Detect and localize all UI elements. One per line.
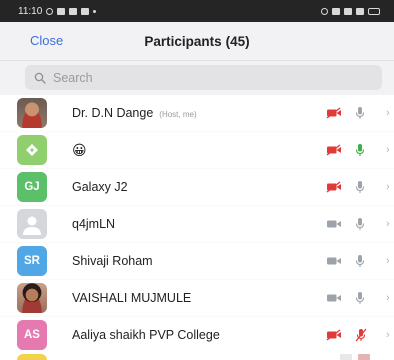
- video-off-icon: [326, 144, 341, 156]
- participant-name-text: Dr. D.N Dange: [72, 106, 154, 120]
- participant-row[interactable]: VAISHALI MUJMULE ›: [0, 279, 394, 316]
- video-on-icon: [327, 294, 341, 302]
- next-row-avatar-partial: [17, 354, 47, 360]
- more-options-icon[interactable]: ›: [386, 144, 390, 156]
- participant-name: 😀: [72, 141, 87, 158]
- more-notifications-dot-icon: [93, 9, 97, 13]
- avatar-initials: AS: [17, 320, 47, 350]
- signal-strength-icon: [332, 7, 340, 15]
- avatar-initials: SR: [17, 246, 47, 276]
- participants-list: Dr. D.N Dange (Host, me) › 😀 › GJ Galaxy…: [0, 95, 394, 353]
- participant-row[interactable]: GJ Galaxy J2 ›: [0, 168, 394, 205]
- more-options-icon[interactable]: ›: [386, 329, 390, 341]
- participants-header: Close Participants (45): [0, 22, 394, 61]
- microphone-icon: [355, 255, 365, 267]
- participant-row[interactable]: AS Aaliya shaikh PVP College ›: [0, 316, 394, 353]
- participant-name: Dr. D.N Dange (Host, me): [72, 106, 197, 120]
- more-options-icon[interactable]: ›: [386, 255, 390, 267]
- video-on-icon: [327, 257, 341, 265]
- microphone-icon: [355, 181, 365, 193]
- microphone-icon: [355, 218, 365, 230]
- participant-name: Aaliya shaikh PVP College: [72, 328, 220, 342]
- app-notification-icon: [81, 7, 90, 15]
- status-right: [321, 7, 380, 15]
- participant-row[interactable]: 😀 ›: [0, 131, 394, 168]
- avatar-photo: [17, 98, 47, 128]
- participant-name: VAISHALI MUJMULE: [72, 291, 192, 305]
- video-off-icon: [326, 181, 341, 193]
- participant-row[interactable]: Dr. D.N Dange (Host, me) ›: [0, 95, 394, 131]
- default-user-icon: [23, 216, 41, 235]
- whatsapp-notification-icon: [46, 7, 54, 15]
- microphone-icon: [355, 107, 365, 119]
- participant-row[interactable]: SR Shivaji Roham ›: [0, 242, 394, 279]
- avatar-initials: GJ: [17, 172, 47, 202]
- search-bar-container: [0, 61, 394, 96]
- message-notification-icon: [57, 7, 66, 15]
- search-box[interactable]: [25, 65, 382, 90]
- more-options-icon[interactable]: ›: [386, 218, 390, 230]
- close-button[interactable]: Close: [30, 33, 63, 48]
- microphone-muted-icon: [355, 328, 367, 342]
- next-row-icons-partial: [340, 354, 370, 360]
- page-title: Participants (45): [144, 34, 249, 49]
- lte-signal-icon: [344, 7, 352, 15]
- cellular-bars-icon: [356, 7, 364, 15]
- participant-status-icons: [326, 169, 365, 205]
- host-tag: (Host, me): [159, 110, 197, 119]
- participant-name: Galaxy J2: [72, 180, 128, 194]
- zoom-participants-screen: 11:10 Close Participants (45) Search Dr.…: [0, 0, 394, 360]
- participant-name: q4jmLN: [72, 217, 116, 231]
- status-left: 11:10: [18, 5, 97, 17]
- participant-status-icons: [326, 132, 365, 168]
- video-off-icon: [326, 329, 341, 341]
- gallery-notification-icon: [69, 7, 78, 15]
- participant-row[interactable]: q4jmLN ›: [0, 205, 394, 242]
- status-bar: 11:10: [0, 0, 394, 22]
- video-on-icon: [327, 220, 341, 228]
- participant-status-icons: [326, 243, 365, 279]
- video-off-icon: [326, 107, 341, 119]
- more-options-icon[interactable]: ›: [386, 107, 390, 119]
- participant-name: Shivaji Roham: [72, 254, 153, 268]
- more-options-icon[interactable]: ›: [386, 292, 390, 304]
- avatar-default: [17, 209, 47, 239]
- diamond-badge-icon: [26, 144, 38, 156]
- battery-icon: [368, 7, 380, 15]
- status-time: 11:10: [18, 5, 43, 17]
- participant-status-icons: [326, 206, 365, 242]
- avatar-badge: [17, 135, 47, 165]
- alarm-icon: [321, 7, 328, 15]
- participant-status-icons: [326, 95, 365, 131]
- participant-status-icons: [326, 317, 367, 353]
- microphone-active-icon: [355, 144, 365, 156]
- search-icon: [34, 72, 46, 84]
- participant-status-icons: [326, 280, 365, 316]
- participant-count: (45): [225, 33, 250, 49]
- title-text: Participants: [144, 33, 222, 49]
- search-input[interactable]: [53, 70, 313, 85]
- more-options-icon[interactable]: ›: [386, 181, 390, 193]
- microphone-icon: [355, 292, 365, 304]
- avatar-photo: [17, 283, 47, 313]
